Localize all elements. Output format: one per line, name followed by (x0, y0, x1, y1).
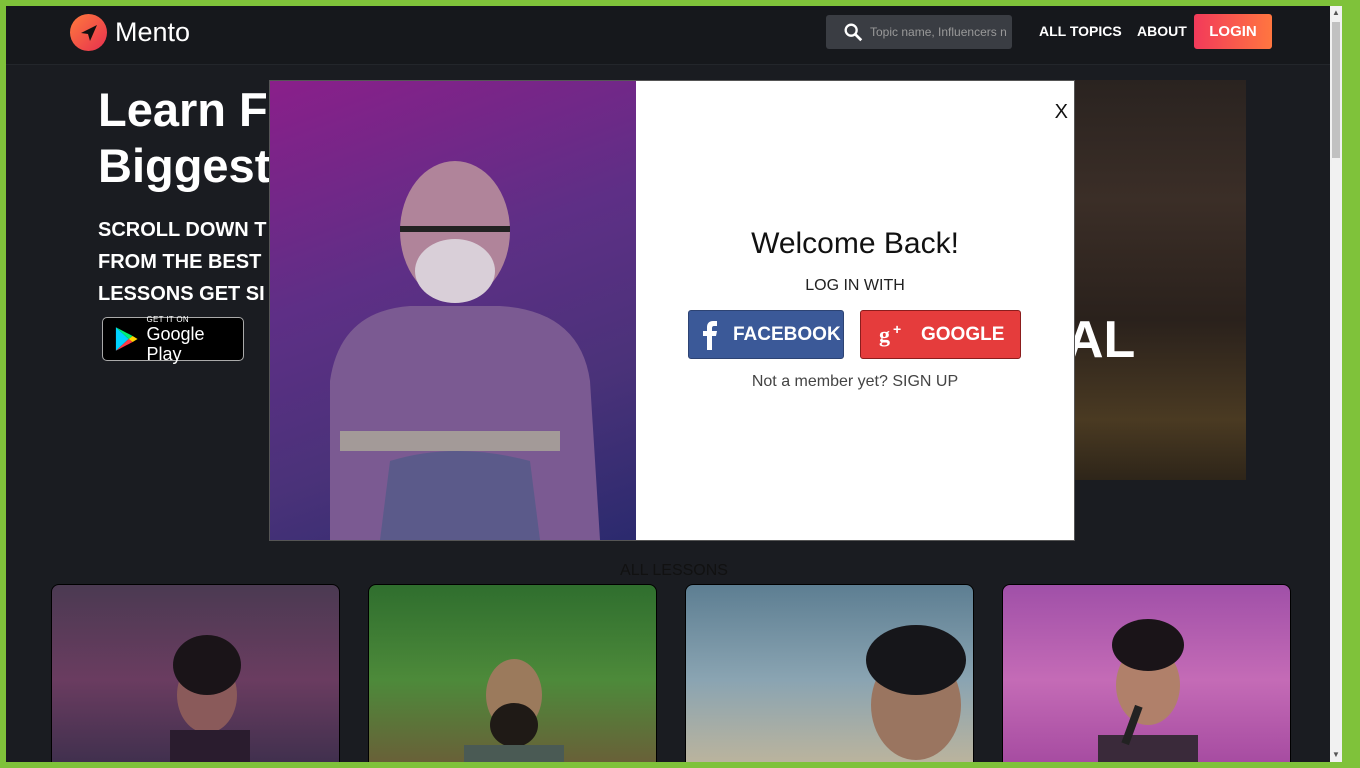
lesson-thumbnail-image (464, 659, 564, 762)
scroll-down-arrow-icon[interactable]: ▼ (1330, 748, 1342, 762)
all-lessons-heading: ALL LESSONS (620, 562, 728, 579)
scroll-up-arrow-icon[interactable]: ▲ (1330, 6, 1342, 20)
search-input[interactable] (868, 24, 1012, 40)
hero-title-line: Learn F (98, 83, 268, 136)
google-login-button[interactable]: g + GOOGLE (860, 310, 1021, 359)
hero-subtitle: SCROLL DOWN T FROM THE BEST LESSONS GET … (98, 214, 267, 310)
hero-subtitle-line: FROM THE BEST (98, 251, 262, 273)
brand-name: Mento (115, 17, 191, 47)
nav-all-topics[interactable]: ALL TOPICS (1039, 23, 1122, 39)
hero-title: Learn F Biggest (98, 82, 270, 194)
badge-big-text: Google Play (146, 323, 205, 364)
facebook-label: FACEBOOK (733, 323, 841, 345)
modal-photo (270, 81, 636, 540)
google-play-icon (115, 327, 138, 351)
site-header: Mento ALL TOPICS ABOUT LOGIN (6, 6, 1342, 65)
lesson-thumbnail-image (866, 625, 966, 760)
hero-background-image: AL (1074, 80, 1246, 480)
browser-viewport: Mento ALL TOPICS ABOUT LOGIN Learn F Big… (6, 6, 1342, 762)
scrollbar-thumb[interactable] (1332, 22, 1340, 158)
paper-plane-icon (70, 14, 107, 51)
google-label: GOOGLE (921, 323, 1005, 345)
lesson-card[interactable] (51, 584, 340, 762)
badge-small-text: GET IT ON (146, 314, 189, 324)
lesson-thumbnail-image (1098, 619, 1198, 762)
login-with-label: LOG IN WITH (805, 277, 905, 294)
hero-subtitle-line: LESSONS GET SI (98, 283, 265, 305)
close-button[interactable]: X (1055, 101, 1068, 124)
lesson-card[interactable] (368, 584, 657, 762)
svg-text:g: g (879, 322, 890, 347)
google-plus-icon: g + (879, 322, 901, 347)
lesson-card[interactable] (1002, 584, 1291, 762)
hero-title-line: Biggest (98, 139, 271, 192)
search-box[interactable] (826, 15, 1012, 49)
modal-title: Welcome Back! (751, 227, 959, 260)
vertical-scrollbar[interactable]: ▲ ▼ (1330, 6, 1342, 762)
search-icon (844, 23, 863, 42)
facebook-icon (703, 320, 717, 350)
svg-text:+: + (893, 322, 901, 337)
facebook-login-button[interactable]: FACEBOOK (688, 310, 844, 359)
lesson-card[interactable] (685, 584, 974, 762)
lesson-thumbnail-image (170, 635, 250, 762)
google-play-badge[interactable]: GET IT ON Google Play (102, 314, 244, 364)
login-button[interactable]: LOGIN (1194, 14, 1272, 49)
hero-subtitle-line: SCROLL DOWN T (98, 219, 267, 241)
nav-about[interactable]: ABOUT (1137, 23, 1187, 39)
brand-logo[interactable]: Mento (70, 14, 190, 51)
signup-link[interactable]: Not a member yet? SIGN UP (636, 373, 1074, 391)
hero-overlay-text: AL (1074, 311, 1136, 369)
instructor-photo (330, 161, 600, 540)
login-modal: X Welcome Back! LOG IN WITH FACEBOOK g +… (269, 80, 1075, 541)
